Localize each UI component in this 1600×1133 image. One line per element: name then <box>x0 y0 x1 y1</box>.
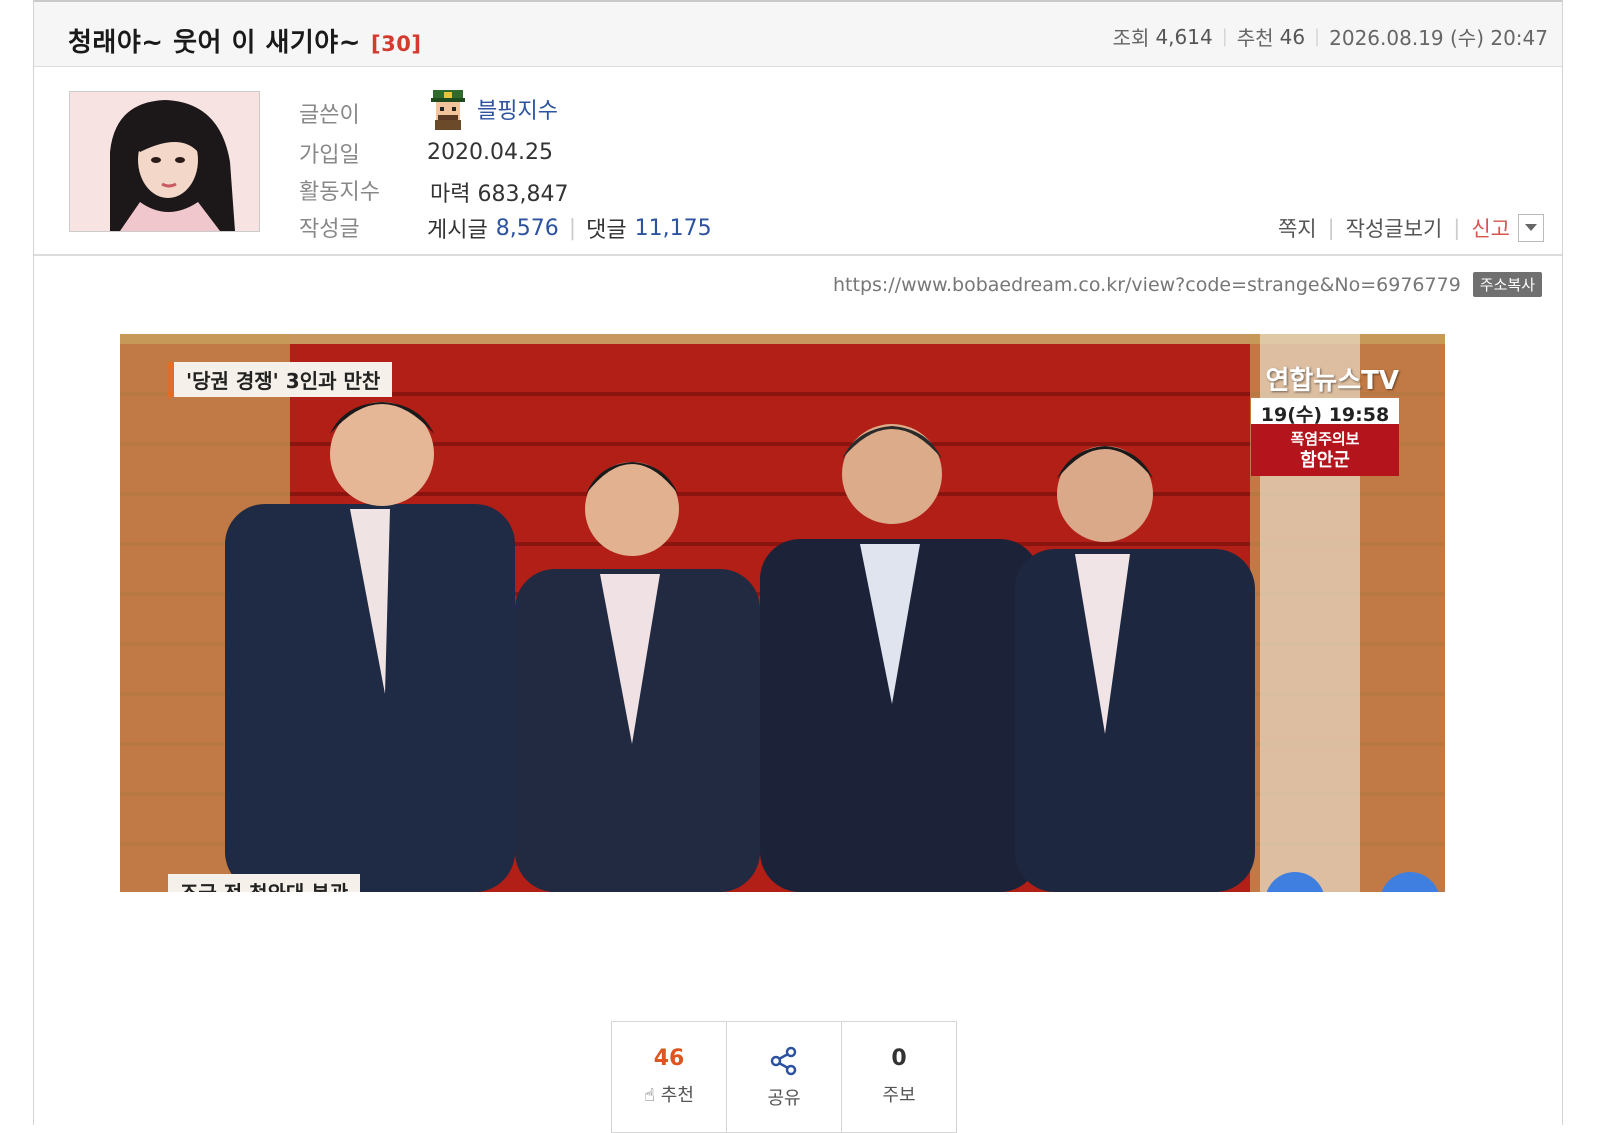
comments-count[interactable]: 11,175 <box>635 216 712 241</box>
news-channel-logo: 연합뉴스TV <box>1265 366 1399 396</box>
writer-value: 블핑지수 <box>427 88 558 130</box>
post-datetime: 2026.08.19 (수) 20:47 <box>1329 26 1548 50</box>
comments-word: 댓글 <box>586 218 627 243</box>
views-label: 조회 <box>1112 26 1150 50</box>
posts-count[interactable]: 8,576 <box>496 216 559 241</box>
news-caption-bottom: 조금 전 청와대 본관 <box>168 874 361 892</box>
news-caption-top: '당권 경쟁' 3인과 만찬 <box>168 362 393 397</box>
report-link[interactable]: 신고 <box>1471 213 1510 243</box>
stats-separator: | <box>568 215 577 241</box>
action-separator: | <box>1453 216 1461 240</box>
url-row: https://www.bobaedream.co.kr/view?code=s… <box>833 272 1542 297</box>
vote-box: 46 ☝ 추천 공유 0 주보 <box>611 1021 957 1133</box>
alert-line-2: 함안군 <box>1300 450 1350 471</box>
joined-date: 2020.04.25 <box>427 140 553 165</box>
alert-line-1: 폭염주의보 <box>1290 430 1360 448</box>
comment-count[interactable]: [30] <box>371 32 421 56</box>
post-container: 청래야~ 웃어 이 새기야~ [30] 조회 4,614 | 추천 46 | 20… <box>33 0 1563 1133</box>
share-label: 공유 <box>767 1088 801 1109</box>
vote-recommend-count: 46 <box>653 1046 685 1071</box>
vote-report-count: 0 <box>891 1046 907 1071</box>
copy-url-button[interactable]: 주소복사 <box>1472 272 1542 297</box>
posts-label: 작성글 <box>299 217 360 242</box>
action-separator: | <box>1327 216 1335 240</box>
posts-stats: 게시글 8,576 | 댓글 11,175 <box>427 212 712 244</box>
message-link[interactable]: 쪽지 <box>1278 213 1317 243</box>
activity-label: 활동지수 <box>299 180 380 205</box>
post-url[interactable]: https://www.bobaedream.co.kr/view?code=s… <box>833 274 1461 296</box>
vote-recommend-label: ☝ 추천 <box>644 1085 694 1106</box>
meta-separator: | <box>1314 26 1321 47</box>
meta-separator: | <box>1221 26 1228 47</box>
post-title-text: 청래야~ 웃어 이 새기야~ <box>68 28 362 58</box>
joined-label: 가입일 <box>299 143 360 168</box>
more-dropdown-button[interactable] <box>1518 214 1544 242</box>
post-image[interactable]: '당권 경쟁' 3인과 만찬 조금 전 청와대 본관 연합뉴스TV 19(수) … <box>120 334 1445 892</box>
author-actions: 쪽지 | 작성글보기 | 신고 <box>1278 213 1544 243</box>
post-meta: 조회 4,614 | 추천 46 | 2026.08.19 (수) 20:47 <box>1113 22 1548 51</box>
post-title: 청래야~ 웃어 이 새기야~ [30] <box>68 22 421 59</box>
thumbs-up-icon: ☝ <box>644 1085 656 1106</box>
activity-value: 마력 683,847 <box>430 182 569 207</box>
news-alert: 폭염주의보 함안군 <box>1251 424 1399 476</box>
views-count: 4,614 <box>1155 24 1213 49</box>
recommend-button[interactable]: 46 ☝ 추천 <box>612 1022 727 1132</box>
author-nickname[interactable]: 블핑지수 <box>477 93 558 125</box>
post-header: 청래야~ 웃어 이 새기야~ [30] 조회 4,614 | 추천 46 | 20… <box>34 0 1562 67</box>
view-posts-link[interactable]: 작성글보기 <box>1346 213 1443 243</box>
report-count-button[interactable]: 0 주보 <box>842 1022 956 1132</box>
user-level-badge-icon <box>427 88 469 130</box>
share-icon <box>727 1046 841 1080</box>
news-photo <box>120 334 1445 892</box>
share-button[interactable]: 공유 <box>727 1022 842 1132</box>
recommend-label: 추천 <box>1236 26 1274 50</box>
recommend-count: 46 <box>1279 24 1306 49</box>
chevron-down-icon <box>1525 224 1537 231</box>
posts-word: 게시글 <box>427 218 488 243</box>
writer-label: 글쓴이 <box>299 103 360 128</box>
vote-report-label: 주보 <box>882 1085 916 1106</box>
section-divider <box>34 254 1562 256</box>
author-avatar[interactable] <box>69 91 260 232</box>
